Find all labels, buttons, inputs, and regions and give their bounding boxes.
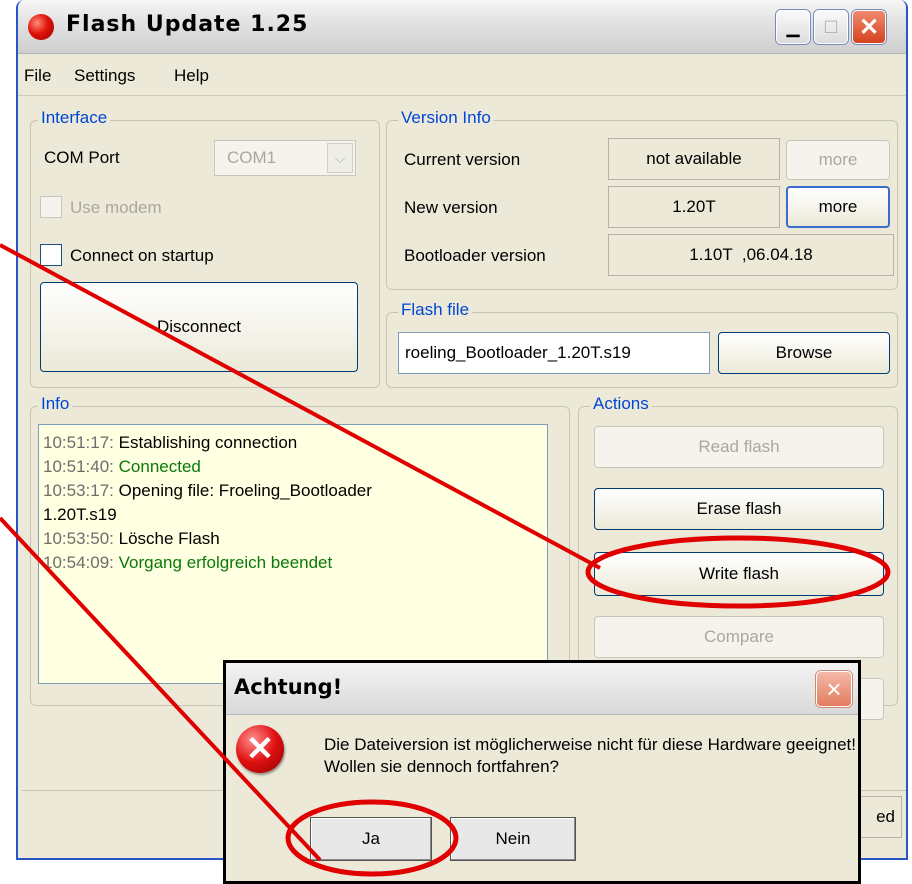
com-port-value: COM1 (227, 148, 277, 167)
flash-file-input[interactable]: roeling_Bootloader_1.20T.s19 (398, 332, 710, 374)
title-bar[interactable]: Flash Update 1.25 ▁ ☐ ✕ (18, 0, 906, 54)
dialog-message-line2: Wollen sie dennoch fortfahren? (324, 757, 560, 776)
app-icon (28, 14, 54, 40)
use-modem-label: Use modem (70, 198, 162, 217)
yes-button[interactable]: Ja (310, 817, 432, 861)
com-port-select[interactable]: COM1 ⌵ (214, 140, 356, 176)
log-line: 1.20T.s19 (43, 505, 117, 524)
interface-group-label: Interface (38, 108, 111, 128)
log-line: 10:53:50: Lösche Flash (43, 529, 220, 548)
window-title: Flash Update 1.25 (66, 12, 309, 37)
dialog-title-bar[interactable]: Achtung! × (226, 663, 858, 715)
close-icon: ✕ (858, 14, 880, 41)
new-version-label: New version (404, 198, 498, 217)
no-button[interactable]: Nein (450, 817, 576, 861)
dialog-title: Achtung! (234, 675, 343, 699)
read-flash-button[interactable]: Read flash (594, 426, 884, 468)
use-modem-checkbox[interactable] (40, 196, 62, 218)
close-icon: × (826, 674, 842, 704)
maximize-icon: ☐ (823, 18, 839, 37)
dialog-message-line1: Die Dateiversion ist möglicherweise nich… (324, 735, 856, 754)
error-icon: ✕ (236, 725, 284, 773)
actions-group-label: Actions (590, 394, 652, 414)
log-line: 10:53:17: Opening file: Froeling_Bootloa… (43, 481, 372, 500)
menu-file[interactable]: File (24, 66, 51, 86)
browse-button[interactable]: Browse (718, 332, 890, 374)
chevron-down-icon[interactable]: ⌵ (327, 143, 353, 173)
log-line: 10:51:40: Connected (43, 457, 201, 476)
write-flash-button[interactable]: Write flash (594, 552, 884, 596)
erase-flash-button[interactable]: Erase flash (594, 488, 884, 530)
bootloader-version-value: 1.10T ,06.04.18 (608, 234, 894, 276)
info-log[interactable]: 10:51:17: Establishing connection 10:51:… (38, 424, 548, 684)
info-group-label: Info (38, 394, 73, 414)
new-version-value: 1.20T (608, 186, 780, 228)
current-version-label: Current version (404, 150, 521, 169)
com-port-label: COM Port (44, 148, 120, 167)
flash-file-label: Flash file (398, 300, 473, 320)
connect-on-startup-label: Connect on startup (70, 246, 214, 265)
current-version-value: not available (608, 138, 780, 180)
current-version-more-button[interactable]: more (786, 140, 890, 180)
version-info-label: Version Info (398, 108, 494, 128)
log-line: 10:51:17: Establishing connection (43, 433, 298, 452)
menu-settings[interactable]: Settings (74, 66, 135, 86)
compare-button[interactable]: Compare (594, 616, 884, 658)
new-version-more-button[interactable]: more (786, 186, 890, 228)
log-line: 10:54:09: Vorgang erfolgreich beendet (43, 553, 333, 572)
maximize-button[interactable]: ☐ (814, 10, 848, 44)
close-button[interactable]: ✕ (852, 10, 886, 44)
minimize-button[interactable]: ▁ (776, 10, 810, 44)
minimize-icon: ▁ (786, 18, 800, 37)
warning-dialog: Achtung! × ✕ Die Dateiversion ist möglic… (223, 660, 861, 884)
bootloader-version-label: Bootloader version (404, 246, 546, 265)
disconnect-button[interactable]: Disconnect (40, 282, 358, 372)
menu-help[interactable]: Help (174, 66, 209, 86)
connect-on-startup-checkbox[interactable] (40, 244, 62, 266)
menu-bar: File Settings Help (18, 56, 906, 96)
dialog-close-button[interactable]: × (816, 671, 852, 707)
